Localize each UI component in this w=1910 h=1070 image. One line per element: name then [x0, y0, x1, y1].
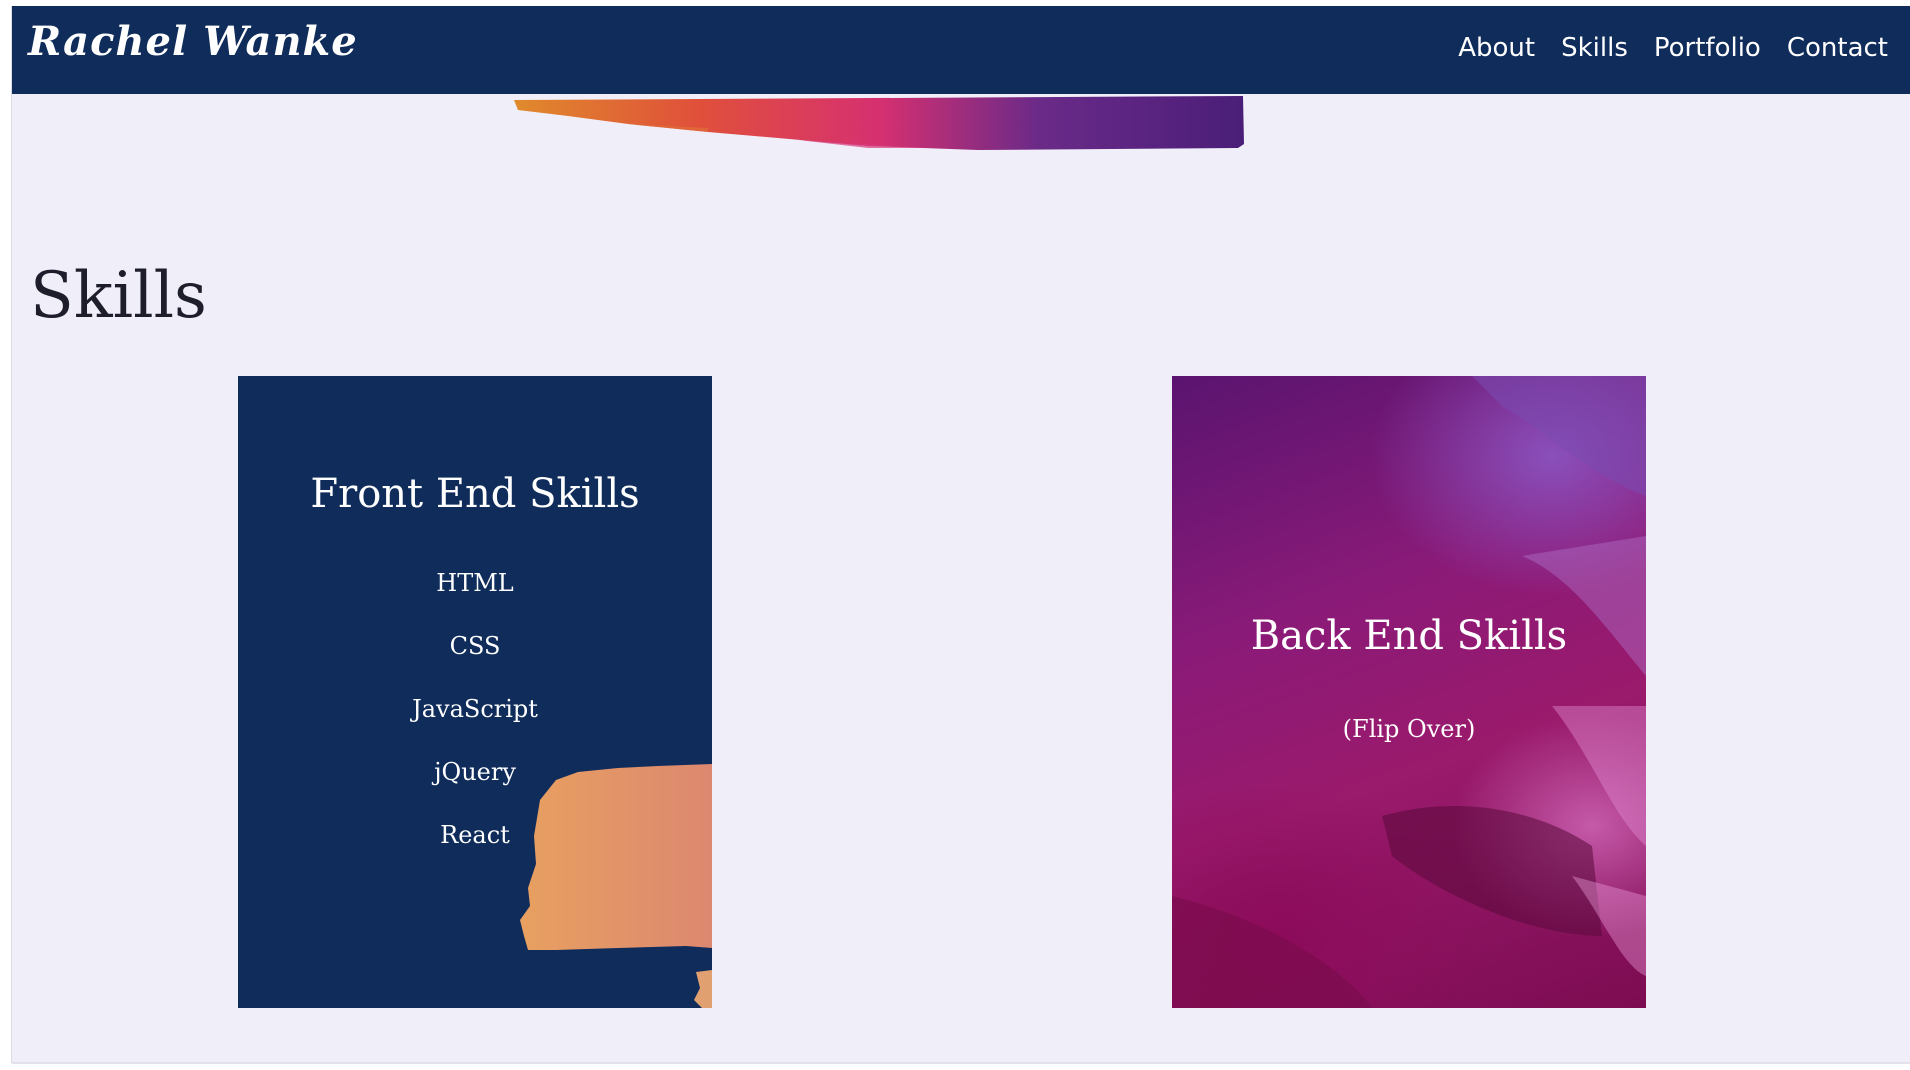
- paint-stroke-decoration: [508, 88, 1253, 158]
- skills-heading: Skills: [30, 259, 207, 333]
- skill-item-react: React: [440, 821, 510, 849]
- navbar: Rachel Wanke About Skills Portfolio Cont…: [12, 6, 1910, 94]
- front-end-card-heading: Front End Skills: [310, 471, 640, 517]
- page-viewport: Rachel Wanke About Skills Portfolio Cont…: [12, 6, 1910, 1063]
- brand-logo[interactable]: Rachel Wanke: [28, 22, 358, 62]
- flip-over-hint: (Flip Over): [1342, 715, 1476, 743]
- front-end-skills-card[interactable]: Front End Skills HTML CSS JavaScript jQu…: [238, 376, 712, 1008]
- window-bottom-edge: [12, 1062, 1910, 1064]
- skill-item-javascript: JavaScript: [412, 695, 538, 723]
- front-end-skills-list: HTML CSS JavaScript jQuery React: [238, 568, 712, 883]
- nav-link-contact[interactable]: Contact: [1787, 34, 1888, 63]
- back-end-card-heading: Back End Skills: [1250, 613, 1568, 659]
- nav-links: About Skills Portfolio Contact: [1458, 34, 1888, 63]
- skill-item-html: HTML: [436, 569, 514, 597]
- back-end-skills-card[interactable]: Back End Skills (Flip Over): [1172, 376, 1646, 1008]
- nav-link-skills[interactable]: Skills: [1561, 34, 1628, 63]
- skill-item-css: CSS: [449, 632, 501, 660]
- nav-link-about[interactable]: About: [1458, 34, 1535, 63]
- skill-item-jquery: jQuery: [434, 758, 516, 786]
- nav-link-portfolio[interactable]: Portfolio: [1654, 34, 1761, 63]
- paint-texture-decoration: [1172, 376, 1646, 1008]
